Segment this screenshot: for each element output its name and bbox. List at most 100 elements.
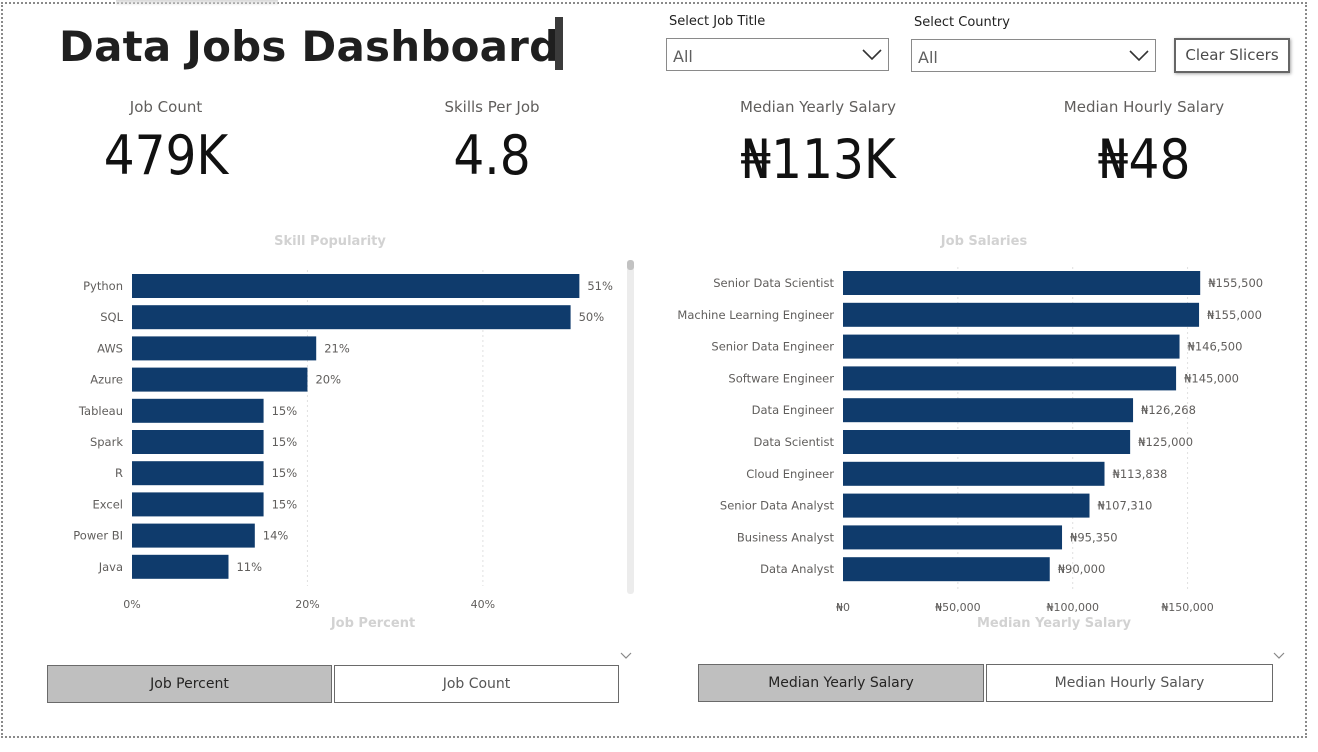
bar — [132, 336, 317, 361]
kpi-median-hourly-salary-label: Median Hourly Salary — [1063, 98, 1225, 116]
kpi-skills-per-job-label: Skills Per Job — [444, 98, 540, 116]
data-label: 51% — [587, 279, 613, 293]
data-label: ₦146,500 — [1188, 340, 1243, 354]
data-label: ₦90,000 — [1058, 562, 1106, 576]
category-label: Data Engineer — [752, 403, 835, 417]
category-label: Data Analyst — [760, 562, 834, 576]
category-label: Power BI — [73, 529, 123, 543]
data-label: ₦145,000 — [1184, 371, 1239, 385]
bar — [132, 398, 264, 423]
job-count-toggle-button[interactable]: Job Count — [334, 665, 619, 703]
skill-chart-scrollbar[interactable] — [627, 260, 634, 594]
job-salaries-x-axis-title: Median Yearly Salary — [977, 616, 1131, 631]
bar — [132, 367, 308, 392]
kpi-skills-per-job-value: 4.8 — [453, 124, 531, 187]
data-label: 21% — [324, 341, 350, 355]
clear-slicers-button[interactable]: Clear Slicers — [1174, 38, 1290, 73]
data-label: ₦155,000 — [1207, 308, 1262, 322]
header-shadow — [116, 0, 278, 6]
x-tick-label: 20% — [295, 598, 319, 611]
category-label: SQL — [100, 310, 123, 324]
x-tick-label: 40% — [471, 598, 495, 611]
bar — [843, 493, 1090, 518]
chevron-down-icon — [1129, 50, 1149, 62]
kpi-median-yearly-salary-label: Median Yearly Salary — [739, 98, 896, 116]
category-label: Senior Data Analyst — [720, 499, 835, 513]
category-label: Senior Data Engineer — [711, 340, 834, 354]
data-label: ₦113,838 — [1113, 467, 1168, 481]
bar — [132, 492, 264, 517]
kpi-median-yearly-salary-value: ₦113K — [740, 128, 896, 191]
title-accent-bar — [555, 17, 563, 70]
skill-popularity-chart: 0% 20% 40% Python 51% SQL 50% AWS 21% Azure 20% Tab… — [73, 270, 613, 611]
kpi-job-count-value: 479K — [103, 124, 229, 187]
category-label: Senior Data Scientist — [713, 276, 834, 290]
data-label: 11% — [236, 560, 262, 574]
category-label: Tableau — [78, 404, 123, 418]
category-label: R — [115, 466, 123, 480]
scrollbar-thumb[interactable] — [627, 260, 634, 270]
bar — [843, 461, 1105, 486]
job-title-slicer-label: Select Job Title — [669, 14, 766, 29]
x-tick-label: ₦150,000 — [1161, 601, 1214, 612]
category-label: Cloud Engineer — [746, 467, 834, 481]
category-label: AWS — [97, 341, 123, 355]
data-label: 20% — [315, 373, 341, 387]
bar — [132, 430, 264, 454]
chevron-down-icon[interactable] — [620, 652, 632, 660]
data-label: ₦107,310 — [1098, 499, 1153, 513]
data-label: 15% — [272, 497, 298, 511]
bar — [132, 461, 264, 486]
category-label: Azure — [90, 373, 123, 387]
chevron-down-icon[interactable] — [1273, 652, 1285, 660]
bar — [843, 366, 1177, 391]
x-tick-label: ₦100,000 — [1046, 601, 1099, 612]
bar — [843, 557, 1050, 582]
chevron-down-icon — [862, 49, 882, 61]
category-label: Business Analyst — [737, 530, 835, 544]
job-salaries-chart: ₦0 ₦50,000 ₦100,000 ₦150,000 Senior Data Sci… — [677, 267, 1263, 612]
job-percent-toggle-button[interactable]: Job Percent — [47, 665, 332, 703]
skill-popularity-x-axis-title: Job Percent — [330, 616, 416, 631]
category-label: Java — [98, 560, 123, 574]
bar — [843, 525, 1063, 550]
median-yearly-salary-toggle-button[interactable]: Median Yearly Salary — [698, 664, 984, 702]
skill-popularity-chart-title: Skill Popularity — [274, 234, 386, 249]
bar — [843, 334, 1180, 359]
x-tick-label: 0% — [123, 598, 140, 611]
job-salaries-chart-title: Job Salaries — [940, 234, 1028, 249]
data-label: ₦125,000 — [1138, 435, 1193, 449]
category-label: Spark — [90, 435, 123, 449]
category-label: Machine Learning Engineer — [677, 308, 834, 322]
data-label: 15% — [272, 404, 298, 418]
data-label: ₦95,350 — [1070, 530, 1118, 544]
job-title-selected-value: All — [673, 47, 693, 66]
country-selected-value: All — [918, 48, 938, 67]
data-label: ₦155,500 — [1208, 276, 1263, 290]
bar — [132, 523, 255, 548]
bar — [843, 271, 1201, 295]
dashboard-title: Data Jobs Dashboard — [59, 22, 560, 71]
category-label: Data Scientist — [754, 435, 835, 449]
data-label: 15% — [272, 466, 298, 480]
data-label: 14% — [263, 529, 289, 543]
category-label: Software Engineer — [728, 371, 834, 385]
data-label: ₦126,268 — [1141, 403, 1196, 417]
bar — [843, 430, 1131, 454]
bar — [132, 274, 580, 298]
category-label: Excel — [93, 497, 123, 511]
bar — [132, 554, 229, 579]
bar — [843, 398, 1134, 423]
bar — [132, 305, 571, 330]
job-title-dropdown[interactable]: All — [666, 38, 889, 71]
median-hourly-salary-toggle-button[interactable]: Median Hourly Salary — [986, 664, 1273, 702]
x-tick-label: ₦0 — [836, 601, 850, 612]
bar — [843, 302, 1200, 327]
data-label: 50% — [579, 310, 605, 324]
country-dropdown[interactable]: All — [911, 39, 1156, 72]
data-label: 15% — [272, 435, 298, 449]
category-label: Python — [83, 279, 123, 293]
country-slicer-label: Select Country — [914, 15, 1010, 30]
kpi-job-count-label: Job Count — [129, 98, 203, 116]
kpi-median-hourly-salary-value: ₦48 — [1097, 128, 1191, 191]
